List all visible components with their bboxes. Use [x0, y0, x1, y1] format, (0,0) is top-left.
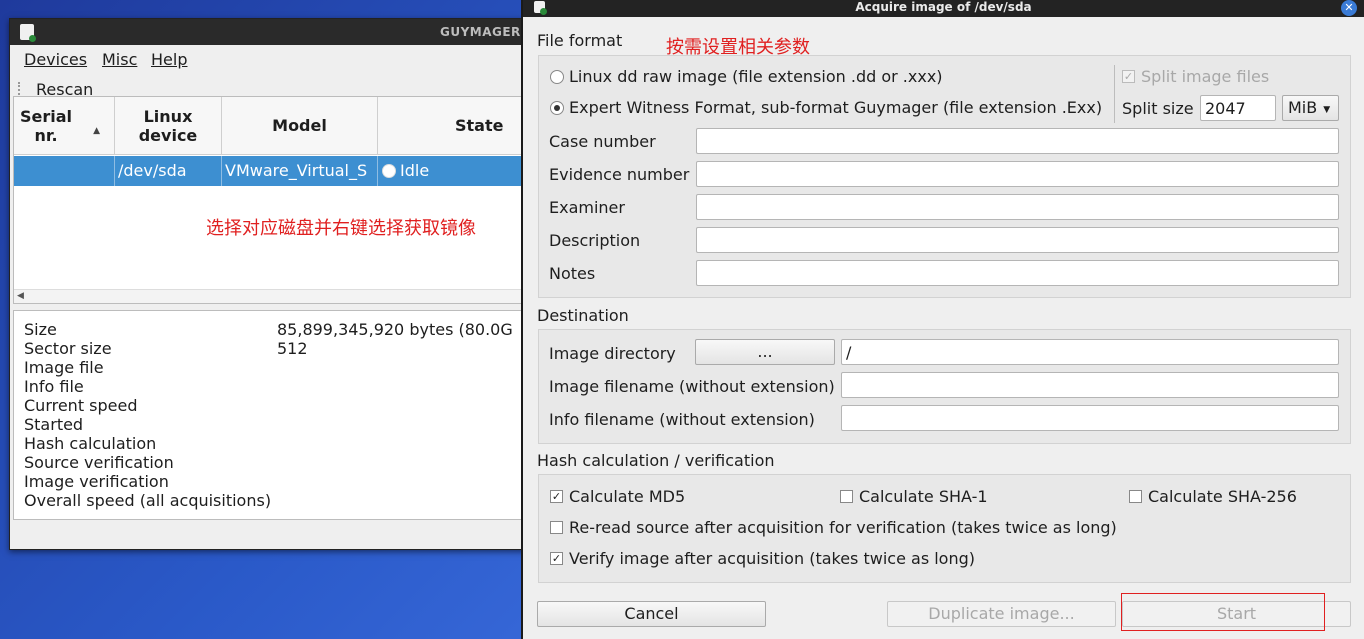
option-expert-witness-label[interactable]: Expert Witness Format, sub-format Guymag… — [569, 98, 1102, 117]
close-icon[interactable]: ✕ — [1341, 0, 1357, 16]
notes-input[interactable] — [696, 260, 1339, 286]
chevron-down-icon: ▼ — [1323, 105, 1331, 115]
notes-label: Notes — [549, 264, 596, 283]
radio-expert-witness[interactable] — [550, 101, 564, 115]
image-directory-label: Image directory — [549, 344, 676, 363]
sha1-label[interactable]: Calculate SHA-1 — [859, 487, 988, 506]
menu-help[interactable]: Help — [151, 50, 187, 69]
hash-section-title: Hash calculation / verification — [537, 451, 775, 470]
verify-image-label[interactable]: Verify image after acquisition (takes tw… — [569, 549, 975, 568]
case-number-input[interactable] — [696, 128, 1339, 154]
description-label: Description — [549, 231, 641, 250]
split-size-label: Split size — [1122, 99, 1194, 118]
info-filename-input[interactable] — [841, 405, 1339, 431]
info-row-overall-speed: Overall speed (all acquisitions) — [24, 491, 272, 510]
menu-devices[interactable]: Devices — [24, 50, 87, 69]
horizontal-scrollbar[interactable]: ◀ — [14, 289, 532, 303]
split-image-files-label: Split image files — [1141, 67, 1270, 86]
acquire-dialog: Acquire image of /dev/sda ✕ File format … — [521, 0, 1364, 639]
column-header-model[interactable]: Model — [222, 97, 378, 155]
option-linux-dd-label[interactable]: Linux dd raw image (file extension .dd o… — [569, 67, 943, 86]
info-row-source-verification: Source verification — [24, 453, 174, 472]
sort-ascending-icon: ▲ — [93, 126, 100, 136]
split-size-input[interactable] — [1200, 95, 1276, 121]
sha256-label[interactable]: Calculate SHA-256 — [1148, 487, 1297, 506]
info-row-image-verification: Image verification — [24, 472, 169, 491]
main-annotation: 选择对应磁盘并右键选择获取镜像 — [206, 218, 476, 239]
split-unit-select[interactable]: MiB ▼ — [1282, 95, 1339, 121]
start-highlight-box — [1121, 593, 1325, 631]
main-title-bar[interactable]: GUYMAGER 0. — [10, 19, 528, 45]
row-model: VMware_Virtual_S — [225, 161, 368, 180]
info-filename-label: Info filename (without extension) — [549, 410, 815, 429]
browse-directory-button[interactable]: ... — [695, 339, 835, 365]
info-row-current-speed: Current speed — [24, 396, 138, 415]
examiner-label: Examiner — [549, 198, 625, 217]
format-divider — [1114, 65, 1115, 123]
dialog-title: Acquire image of /dev/sda — [855, 0, 1032, 14]
info-row-started: Started — [24, 415, 84, 434]
row-device: /dev/sda — [118, 161, 187, 180]
info-row-size: Size 85,899,345,920 bytes (80.0G — [24, 320, 513, 339]
main-window-title: GUYMAGER 0. — [440, 25, 528, 39]
reread-source-label[interactable]: Re-read source after acquisition for ver… — [569, 518, 1117, 537]
evidence-number-input[interactable] — [696, 161, 1339, 187]
info-row-info-file: Info file — [24, 377, 84, 396]
table-row[interactable]: /dev/sda VMware_Virtual_S Idle — [14, 156, 532, 186]
image-filename-input[interactable] — [841, 372, 1339, 398]
md5-label[interactable]: Calculate MD5 — [569, 487, 685, 506]
destination-section-title: Destination — [537, 306, 629, 325]
column-header-state[interactable]: State — [378, 97, 538, 155]
idle-status-icon — [382, 164, 396, 178]
destination-group: Image directory ... Image filename (with… — [538, 329, 1351, 444]
scroll-left-icon[interactable]: ◀ — [17, 291, 24, 301]
md5-checkbox[interactable]: ✓ — [550, 490, 563, 503]
reread-source-checkbox[interactable] — [550, 521, 563, 534]
menu-misc[interactable]: Misc — [102, 50, 137, 69]
row-state: Idle — [382, 161, 522, 180]
image-filename-label: Image filename (without extension) — [549, 377, 835, 396]
info-row-sector-size: Sector size 512 — [24, 339, 308, 358]
sha1-checkbox[interactable] — [840, 490, 853, 503]
examiner-input[interactable] — [696, 194, 1339, 220]
duplicate-image-button[interactable]: Duplicate image... — [887, 601, 1116, 627]
info-row-image-file: Image file — [24, 358, 104, 377]
split-image-files-checkbox[interactable]: ✓ — [1122, 70, 1135, 83]
image-directory-input[interactable] — [841, 339, 1339, 365]
radio-linux-dd[interactable] — [550, 70, 564, 84]
verify-image-checkbox[interactable]: ✓ — [550, 552, 563, 565]
evidence-number-label: Evidence number — [549, 165, 690, 184]
info-row-hash-calculation: Hash calculation — [24, 434, 157, 453]
column-header-linux-device[interactable]: Linux device — [115, 97, 222, 155]
device-table[interactable]: Serial nr. ▲ Linux device Model State /dev… — [13, 96, 538, 304]
guymager-app-icon — [20, 24, 36, 42]
cancel-button[interactable]: Cancel — [537, 601, 766, 627]
column-header-serial[interactable]: Serial nr. ▲ — [14, 97, 115, 155]
dialog-title-bar[interactable]: Acquire image of /dev/sda ✕ — [523, 0, 1364, 17]
hash-group: ✓ Calculate MD5 Calculate SHA-1 Calculat… — [538, 474, 1351, 583]
device-info-panel: Size 85,899,345,920 bytes (80.0G Sector s… — [13, 310, 533, 520]
guymager-app-icon — [534, 1, 547, 15]
menu-bar: Devices Misc Help — [10, 46, 528, 72]
description-input[interactable] — [696, 227, 1339, 253]
case-number-label: Case number — [549, 132, 656, 151]
sha256-checkbox[interactable] — [1129, 490, 1142, 503]
file-format-group: Linux dd raw image (file extension .dd o… — [538, 55, 1351, 298]
file-format-section-title: File format — [537, 31, 623, 50]
